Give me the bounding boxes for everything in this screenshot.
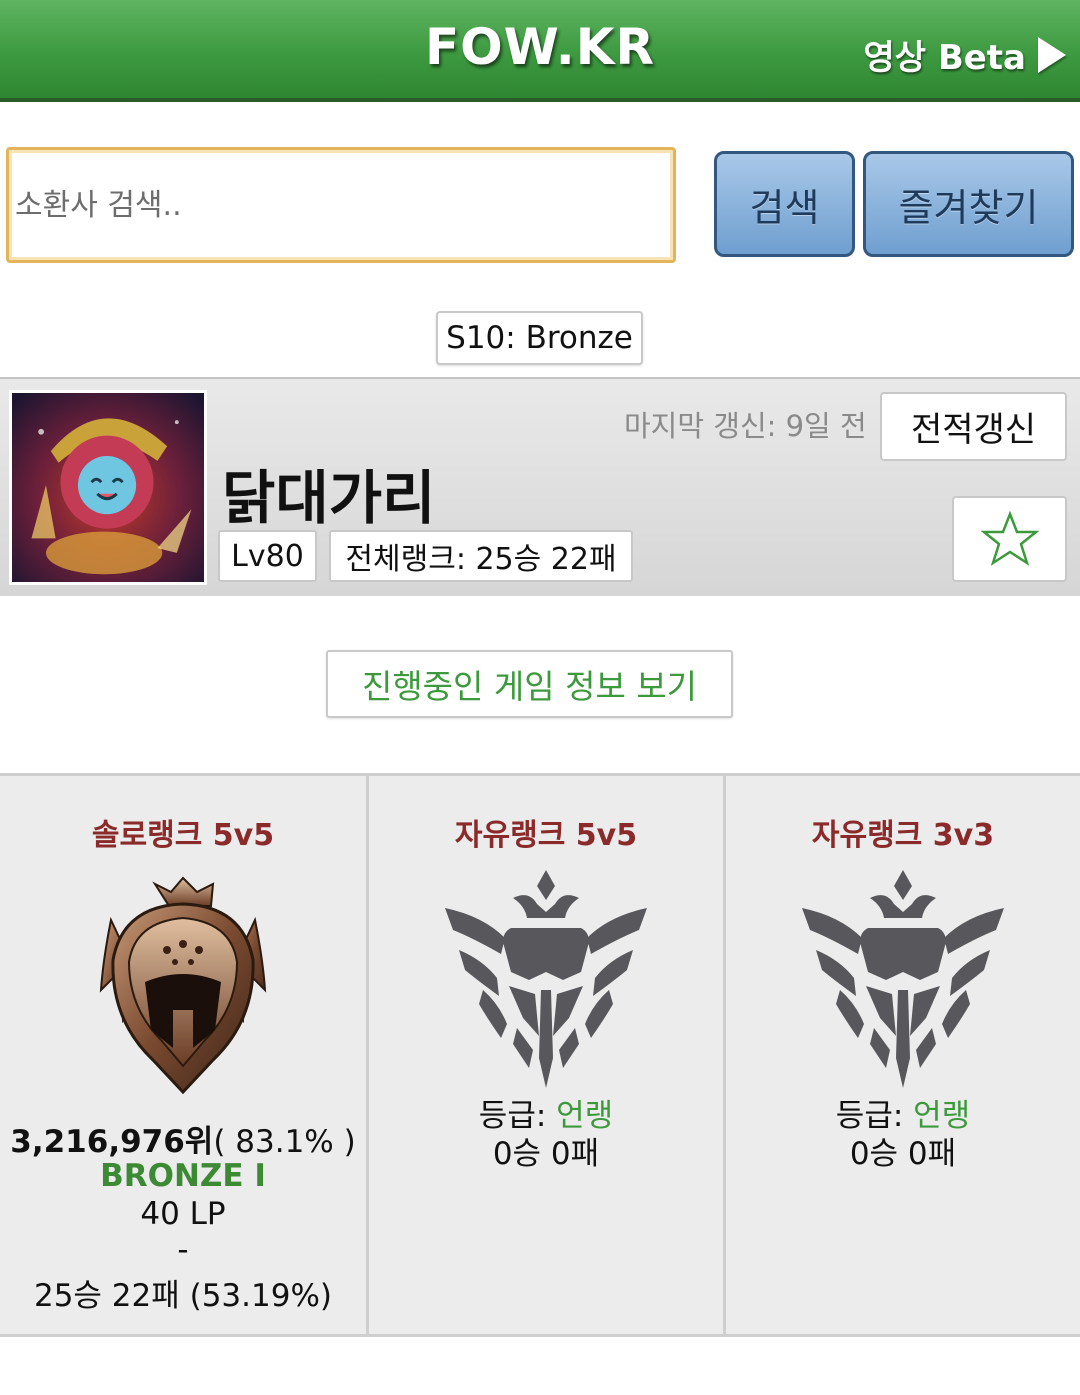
solo-separator: - <box>177 1232 189 1268</box>
live-game-button[interactable]: 진행중인 게임 정보 보기 <box>326 650 733 718</box>
flex-rank-panel: 자유랭크 5v5 등급: 언랭 0승 0패 <box>369 776 726 1334</box>
unranked-emblem-icon <box>802 870 1004 1088</box>
solo-lp: 40 LP <box>140 1196 226 1232</box>
profile-avatar <box>9 390 207 585</box>
flex3-rank-title: 자유랭크 3v3 <box>811 818 995 853</box>
solo-rank-title: 솔로랭크 5v5 <box>91 818 275 853</box>
search-button[interactable]: 검색 <box>714 151 855 257</box>
last-update-text: 마지막 갱신: 9일 전 <box>624 409 867 443</box>
summoner-search-input[interactable] <box>6 147 676 263</box>
flex3-record: 0승 0패 <box>849 1136 957 1172</box>
solo-rank-position: 3,216,976위( 83.1% ) <box>0 1116 366 1161</box>
overall-rank-badge: 전체랭크: 25승 22패 <box>329 530 633 582</box>
rank-panels: 솔로랭크 5v5 3,216,976위(83.1%) BRONZE I 40… <box>0 773 1080 1337</box>
refresh-record-button[interactable]: 전적갱신 <box>880 392 1067 461</box>
solo-rank-panel: 솔로랭크 5v5 3,216,976위(83.1%) BRONZE I 40… <box>0 776 369 1334</box>
solo-tier: BRONZE I <box>100 1158 266 1194</box>
level-badge: Lv80 <box>218 530 317 582</box>
favorites-button[interactable]: 즐겨찾기 <box>863 151 1074 257</box>
solo-rank-number: 3,216,976위 <box>10 1124 214 1160</box>
star-outline-icon <box>980 511 1039 566</box>
profile-panel: 마지막 갱신: 9일 전 전적갱신 닭대가리 Lv80 전체랭크: 25승 22… <box>0 377 1080 596</box>
top-header: FOW.KR 영상 Beta <box>0 0 1080 102</box>
bronze-emblem-icon <box>99 876 267 1095</box>
flex-record: 0승 0패 <box>492 1136 600 1172</box>
play-icon <box>1038 36 1066 73</box>
season-badge: S10: Bronze <box>436 311 643 365</box>
solo-record: 25승 22패 (53.19%) <box>33 1278 333 1314</box>
avatar-image <box>12 393 204 582</box>
solo-rank-percent: ( 83.1% ) <box>213 1124 356 1160</box>
video-beta-label: 영상 Beta <box>863 38 1026 78</box>
flex3-rank-panel: 자유랭크 3v3 등급: 언랭 0승 0패 <box>726 776 1080 1334</box>
video-beta-link[interactable]: 영상 Beta <box>863 30 1066 79</box>
unranked-emblem-icon <box>445 870 647 1088</box>
flex-rank-title: 자유랭크 5v5 <box>454 818 638 853</box>
summoner-name: 닭대가리 <box>222 464 436 532</box>
favorite-star-button[interactable] <box>952 496 1067 582</box>
